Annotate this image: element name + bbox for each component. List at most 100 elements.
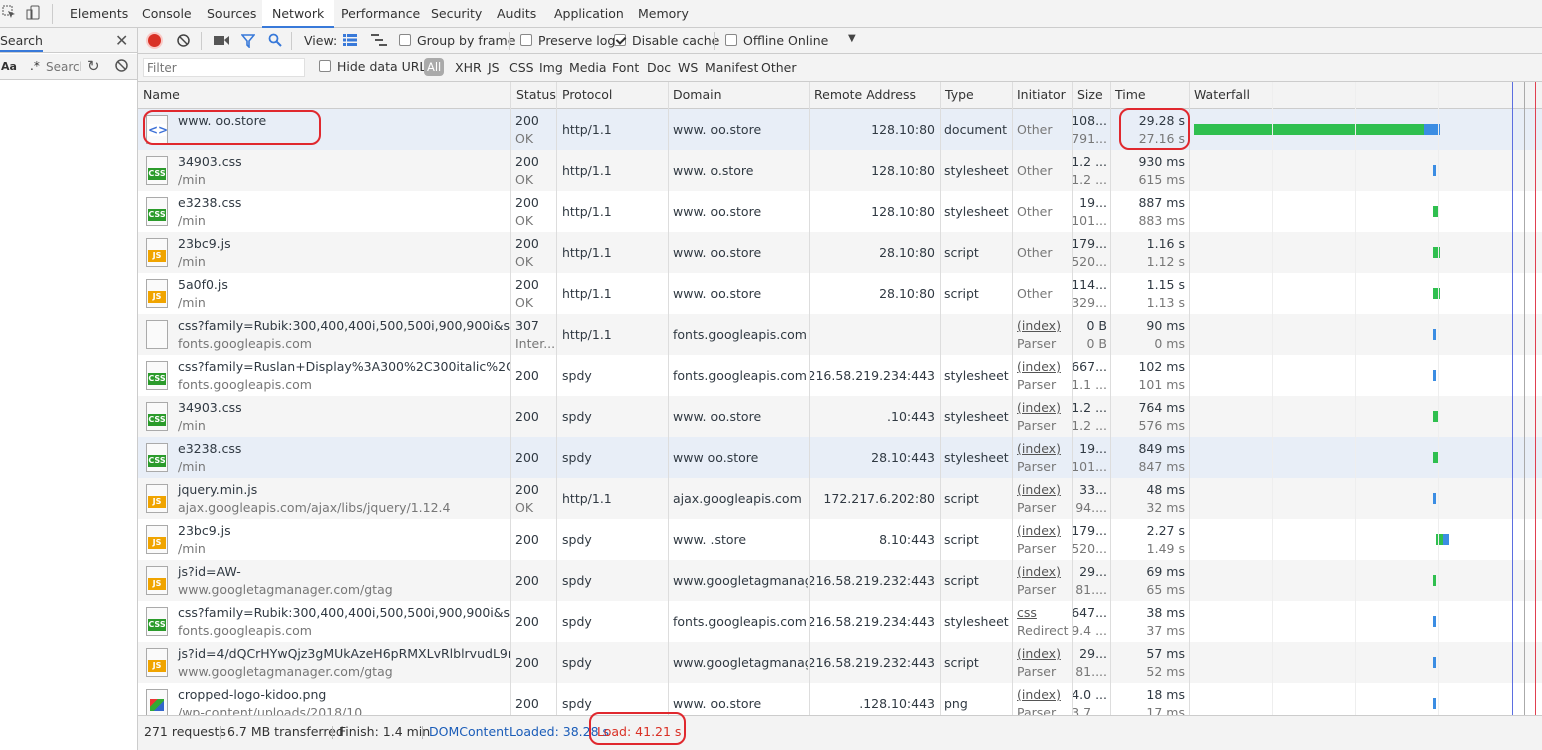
size-resource: 101... bbox=[1072, 459, 1107, 474]
tab-audits[interactable]: Audits bbox=[497, 0, 536, 27]
table-row[interactable]: CSS css?family=Rubik:300,400,400i,500,500… bbox=[138, 601, 1542, 642]
filter-type-js[interactable]: JS bbox=[488, 60, 500, 75]
disable-cache-checkbox[interactable] bbox=[614, 34, 626, 46]
table-row[interactable]: <> www. oo.store 200 OK http/1.1 www. oo.stor… bbox=[138, 109, 1542, 150]
time-cell: 57 ms 52 ms bbox=[1110, 642, 1189, 683]
initiator-type: Parser bbox=[1017, 377, 1057, 392]
initiator-link[interactable]: (index) bbox=[1017, 318, 1061, 333]
initiator-link[interactable]: (index) bbox=[1017, 646, 1061, 661]
chevron-down-icon[interactable]: ▼ bbox=[848, 33, 856, 44]
filter-type-other[interactable]: Other bbox=[761, 60, 797, 75]
initiator-link[interactable]: (index) bbox=[1017, 359, 1061, 374]
waterfall-receiving-bar bbox=[1433, 698, 1436, 709]
throttling-select[interactable]: Online bbox=[788, 33, 828, 48]
time-cell: 18 ms 17 ms bbox=[1110, 683, 1189, 715]
refresh-icon[interactable]: ↻ bbox=[87, 57, 100, 75]
column-header-type[interactable]: Type bbox=[940, 82, 974, 109]
close-icon[interactable]: ✕ bbox=[115, 31, 128, 50]
remote-address-cell: 28.10:80 bbox=[809, 232, 939, 273]
time-total: 849 ms bbox=[1138, 441, 1185, 456]
table-row[interactable]: cropped-logo-kidoo.png/wp-content/upload… bbox=[138, 683, 1542, 715]
request-name: 23bc9.js bbox=[178, 236, 231, 251]
size-resource: 0 B bbox=[1086, 336, 1107, 351]
overview-icon[interactable] bbox=[371, 34, 387, 46]
filter-type-manifest[interactable]: Manifest bbox=[705, 60, 758, 75]
table-row[interactable]: JS 23bc9.js/min 200 OK http/1.1 www. oo.store… bbox=[138, 232, 1542, 273]
table-row[interactable]: JS js?id=AW-www.googletagmanager.com/gtag… bbox=[138, 560, 1542, 601]
large-rows-icon[interactable] bbox=[343, 34, 357, 46]
table-row[interactable]: JS 23bc9.js/min 200 spdy www. .store 8.10:443… bbox=[138, 519, 1542, 560]
name-cell: JS 23bc9.js/min bbox=[138, 232, 510, 273]
tab-elements[interactable]: Elements bbox=[70, 0, 128, 27]
table-row[interactable]: JS jquery.min.js ajax.googleapis.com/ajax/… bbox=[138, 478, 1542, 519]
camera-icon[interactable] bbox=[214, 35, 230, 46]
hide-data-urls-checkbox[interactable] bbox=[319, 60, 331, 72]
name-cell: CSS css?family=Ruslan+Display%3A300%2C300… bbox=[138, 355, 510, 396]
search-icon[interactable] bbox=[268, 33, 282, 47]
search-input[interactable] bbox=[46, 59, 81, 75]
status-code: 200 bbox=[515, 614, 539, 629]
table-row[interactable]: CSS css?family=Ruslan+Display%3A300%2C300… bbox=[138, 355, 1542, 396]
size-cell: 114... 329... bbox=[1072, 273, 1110, 314]
size-resource: 520... bbox=[1072, 541, 1107, 556]
column-header-waterfall[interactable]: Waterfall bbox=[1189, 82, 1250, 109]
device-toolbar-icon[interactable] bbox=[25, 5, 41, 21]
inspect-element-icon[interactable] bbox=[2, 5, 16, 19]
initiator-link[interactable]: (index) bbox=[1017, 523, 1061, 538]
filter-type-img[interactable]: Img bbox=[539, 60, 563, 75]
type-value: document bbox=[944, 122, 1008, 137]
column-header-time[interactable]: Time bbox=[1110, 82, 1146, 109]
initiator-link[interactable]: (index) bbox=[1017, 441, 1061, 456]
column-header-size[interactable]: Size bbox=[1072, 82, 1103, 109]
status-text: OK bbox=[515, 172, 534, 187]
filter-type-ws[interactable]: WS bbox=[678, 60, 698, 75]
filter-type-font[interactable]: Font bbox=[612, 60, 639, 75]
remote-address-value: 128.10:80 bbox=[871, 163, 935, 178]
table-row[interactable]: CSS e3238.css/min 200 OK http/1.1 www. oo.sto… bbox=[138, 191, 1542, 232]
group-by-frame-checkbox[interactable] bbox=[399, 34, 411, 46]
filter-icon[interactable] bbox=[240, 34, 256, 49]
preserve-log-checkbox[interactable] bbox=[520, 34, 532, 46]
name-cell: CSS css?family=Rubik:300,400,400i,500,500… bbox=[138, 601, 510, 642]
search-panel-title[interactable]: Search bbox=[0, 33, 43, 52]
column-header-remote-address[interactable]: Remote Address bbox=[809, 82, 916, 109]
filter-type-css[interactable]: CSS bbox=[509, 60, 534, 75]
initiator-link[interactable]: (index) bbox=[1017, 482, 1061, 497]
filter-type-media[interactable]: Media bbox=[569, 60, 607, 75]
column-header-initiator[interactable]: Initiator bbox=[1012, 82, 1066, 109]
table-row[interactable]: JS 5a0f0.js/min 200 OK http/1.1 www. oo.store… bbox=[138, 273, 1542, 314]
initiator-link[interactable]: (index) bbox=[1017, 564, 1061, 579]
table-row[interactable]: CSS 34903.css/min 200 OK http/1.1 www. o.stor… bbox=[138, 150, 1542, 191]
tab-console[interactable]: Console bbox=[142, 0, 192, 27]
table-row[interactable]: CSS e3238.css/min 200 spdy www oo.store 28.10… bbox=[138, 437, 1542, 478]
clear-icon[interactable] bbox=[115, 59, 128, 72]
tab-sources[interactable]: Sources bbox=[207, 0, 256, 27]
offline-checkbox[interactable] bbox=[725, 34, 737, 46]
filter-input[interactable] bbox=[143, 58, 305, 77]
tab-memory[interactable]: Memory bbox=[638, 0, 689, 27]
regex-icon[interactable]: .* bbox=[30, 59, 40, 73]
protocol-value: http/1.1 bbox=[562, 245, 612, 260]
initiator-link[interactable]: (index) bbox=[1017, 687, 1061, 702]
column-header-domain[interactable]: Domain bbox=[668, 82, 722, 109]
time-latency: 1.49 s bbox=[1146, 541, 1185, 556]
column-header-protocol[interactable]: Protocol bbox=[557, 82, 612, 109]
table-row[interactable]: JS js?id=4/dQCrHYwQjz3gMUkAzeH6pRMXLvRlbl… bbox=[138, 642, 1542, 683]
tab-network[interactable]: Network bbox=[262, 0, 335, 28]
tab-application[interactable]: Application bbox=[554, 0, 624, 27]
table-row[interactable]: css?family=Rubik:300,400,400i,500,500i,9… bbox=[138, 314, 1542, 355]
column-header-status[interactable]: Status bbox=[511, 82, 556, 109]
tab-performance[interactable]: Performance bbox=[341, 0, 420, 27]
clear-log-icon[interactable] bbox=[177, 34, 190, 47]
filter-type-xhr[interactable]: XHR bbox=[455, 60, 482, 75]
time-total: 887 ms bbox=[1138, 195, 1185, 210]
initiator-link[interactable]: css bbox=[1017, 605, 1037, 620]
filter-type-all[interactable]: All bbox=[424, 58, 445, 76]
match-case-icon[interactable]: Aa bbox=[1, 60, 17, 73]
table-row[interactable]: CSS 34903.css/min 200 spdy www. oo.store .10:… bbox=[138, 396, 1542, 437]
filter-type-doc[interactable]: Doc bbox=[647, 60, 671, 75]
column-header-name[interactable]: Name bbox=[138, 82, 180, 109]
initiator-link[interactable]: (index) bbox=[1017, 400, 1061, 415]
tab-security[interactable]: Security bbox=[431, 0, 482, 27]
record-icon[interactable] bbox=[148, 34, 161, 47]
